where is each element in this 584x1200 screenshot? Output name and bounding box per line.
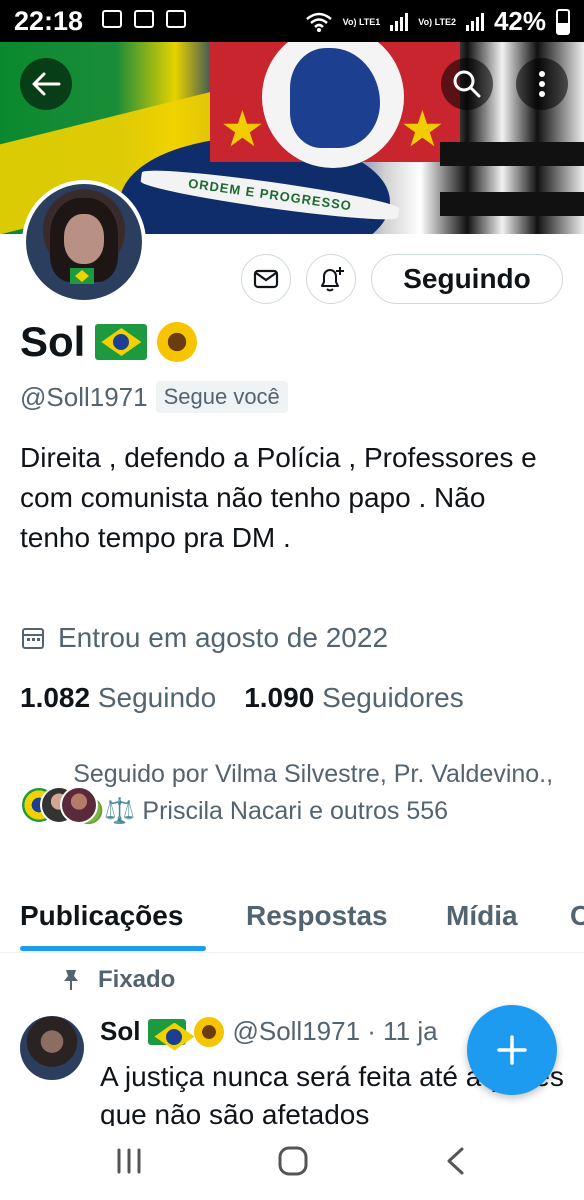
sunflower-icon [157,322,198,362]
profile-name: Sol [20,318,86,365]
banner-stripe [440,142,584,166]
system-icons: Vo) LTE1 Vo) LTE2 42% [305,6,570,37]
post-author: Sol [100,1016,141,1046]
active-tab-indicator [20,946,206,951]
cast-icon [102,10,122,28]
lte2-label: Vo) LTE2 [418,16,456,27]
search-icon [453,70,481,98]
followed-by-row[interactable]: Seguido por Vilma Silvestre, Pr. Valdevi… [20,756,560,830]
notification-icons [102,10,186,28]
plus-icon [497,1035,527,1065]
battery-percent: 42% [493,6,546,36]
notifications-button[interactable] [306,254,356,304]
profile-name-row: Sol [20,318,198,366]
following-button[interactable]: Seguindo [371,254,563,304]
lte1-label: Vo) LTE1 [342,16,381,27]
back-nav-icon[interactable] [444,1146,466,1176]
follow-stats: 1.082 Seguindo 1.090 Seguidores [20,682,464,714]
joined-row: Entrou em agosto de 2022 [20,622,388,654]
joined-date: Entrou em agosto de 2022 [58,622,389,653]
follows-you-badge: Segue você [155,381,288,413]
clock: 22:18 [14,6,84,36]
battery-icon [556,8,570,35]
bell-plus-icon [321,267,344,292]
profile-bio: Direita , defendo a Polícia , Professore… [20,442,537,553]
avatar-face [64,214,104,264]
banner-star: ★ [400,101,445,157]
search-button[interactable] [441,58,493,110]
profile-tabs: Publicações Respostas Mídia C [0,888,584,953]
pinned-label: Fixado [98,966,176,993]
status-bar: 22:18 Vo) LTE1 Vo) LTE2 42% [0,0,584,42]
gallery-icon [134,10,154,28]
recent-apps-icon[interactable] [114,1146,144,1176]
avatar-flag [70,268,94,284]
following-stat[interactable]: 1.082 Seguindo [20,682,216,714]
home-icon[interactable] [276,1144,310,1178]
more-vertical-icon [539,71,545,97]
sunflower-icon [194,1016,225,1047]
pin-icon [64,970,78,990]
followers-count: 1.090 [244,682,315,713]
handle-row: @Soll1971 Segue você [20,381,288,413]
banner-stripe [440,192,584,216]
followers-label: Seguidores [322,682,464,713]
tab-midia[interactable]: Mídia [446,900,518,932]
signal2-icon [465,12,484,31]
post-handle-date: @Soll1971 · 11 ja [232,1016,438,1046]
signal1-icon [390,12,409,31]
profile-handle: @Soll1971 [20,381,148,412]
envelope-icon [253,269,279,289]
following-count: 1.082 [20,682,91,713]
profile-avatar[interactable] [22,180,146,304]
calendar-icon [22,628,44,649]
wifi-icon [305,12,332,32]
followers-avatars [20,786,98,826]
brazil-flag-icon [148,1018,187,1045]
post-avatar[interactable] [20,1016,84,1080]
post-header: Sol @Soll1971 · 11 ja [100,1016,438,1047]
followed-by-text: Seguido por Vilma Silvestre, Pr. Valdevi… [73,760,554,825]
banner-star: ★ [220,101,265,157]
message-button[interactable] [241,254,291,304]
tab-publicacoes[interactable]: Publicações [20,900,183,932]
brazil-flag-icon [95,324,148,360]
tab-respostas[interactable]: Respostas [246,900,388,932]
more-options-button[interactable] [516,58,568,110]
back-button[interactable] [20,58,72,110]
following-label: Seguindo [97,682,217,713]
mini-avatar [60,786,98,824]
compose-button[interactable] [467,1005,557,1095]
tab-next-cut[interactable]: C [570,900,584,932]
system-nav-bar [0,1126,584,1200]
subtitles-icon [166,10,186,28]
pinned-label-row: Fixado [62,966,175,994]
back-arrow-icon [32,72,61,96]
followers-stat[interactable]: 1.090 Seguidores [244,682,464,714]
